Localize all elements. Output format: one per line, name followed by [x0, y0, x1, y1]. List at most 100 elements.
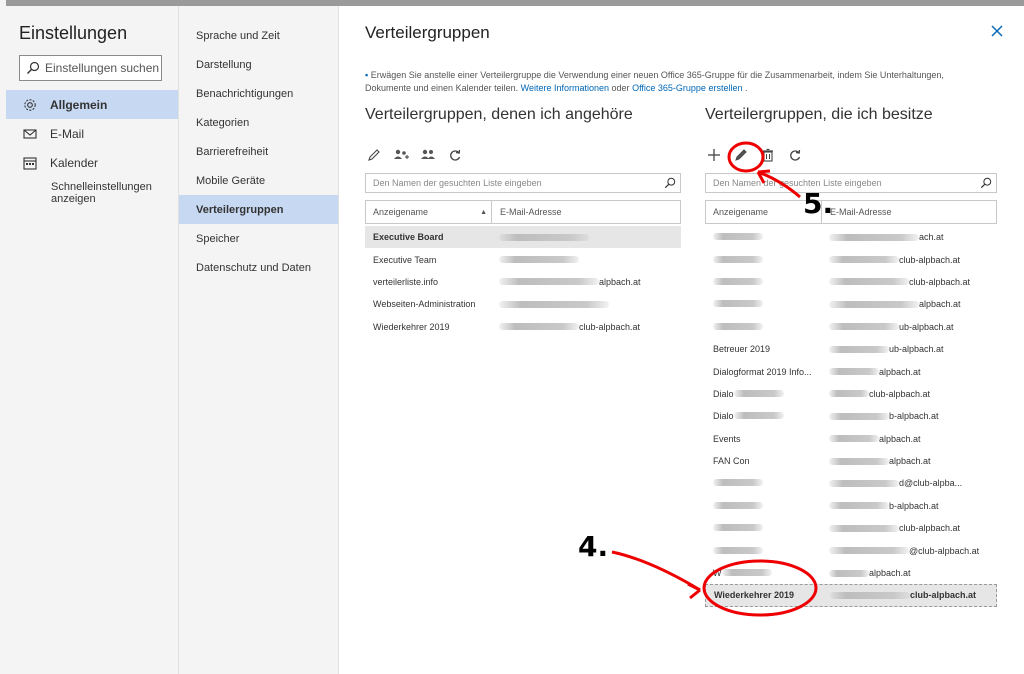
table-row[interactable]: Wiederkehrer 2019 club-alpbach.at: [365, 316, 681, 338]
row-email: ub-alpbach.at: [821, 344, 944, 354]
row-display-name: Wiederkehrer 2019: [373, 321, 450, 332]
subnav-item-mobile[interactable]: Mobile Geräte: [179, 166, 338, 195]
table-row[interactable]: alpbach.at: [705, 293, 997, 315]
quick-settings-link[interactable]: Schnelleinstellungen anzeigen: [6, 181, 178, 205]
redacted-text: [713, 501, 763, 509]
subnav-item-barrierefreiheit[interactable]: Barrierefreiheit: [179, 137, 338, 166]
table-row[interactable]: Executive Team: [365, 248, 681, 270]
row-display-name: verteilerliste.info: [373, 276, 439, 287]
table-row[interactable]: verteilerliste.info alpbach.at: [365, 271, 681, 293]
row-email: club-alpbach.at: [491, 322, 640, 332]
row-email: alpbach.at: [491, 277, 641, 287]
nav-item-label: E-Mail: [50, 126, 85, 141]
subnav-item-speicher[interactable]: Speicher: [179, 224, 338, 253]
redacted-text: [733, 389, 784, 397]
search-icon[interactable]: [980, 177, 992, 189]
row-display-name: [705, 546, 821, 556]
redacted-text: [713, 546, 763, 554]
table-row[interactable]: Betreuer 2019 ub-alpbach.at: [705, 338, 997, 360]
join-group-icon[interactable]: [392, 146, 410, 164]
annotation-step-5: 5.: [803, 187, 834, 220]
redacted-text: [721, 569, 772, 577]
delete-icon[interactable]: [759, 146, 777, 164]
owner-of-search-input[interactable]: Den Namen der gesuchten Liste eingeben: [705, 173, 997, 193]
redacted-text: [829, 300, 919, 308]
table-row[interactable]: ach.at: [705, 226, 997, 248]
row-display-name: Dialogformat 2019 Info...: [713, 366, 812, 377]
redacted-text: [713, 479, 763, 487]
row-email-text: club-alpbach.at: [909, 276, 971, 287]
edit-icon[interactable]: [365, 146, 383, 164]
row-email: ach.at: [821, 232, 944, 242]
nav-item-allgemein[interactable]: Allgemein: [6, 90, 178, 119]
row-email-text: club-alpbach.at: [579, 321, 641, 332]
table-row[interactable]: Walpbach.at: [705, 562, 997, 584]
search-icon[interactable]: [664, 177, 676, 189]
table-row[interactable]: Dialo club-alpbach.at: [705, 383, 997, 405]
subnav-item-kategorien[interactable]: Kategorien: [179, 108, 338, 137]
redacted-text: [829, 524, 899, 532]
row-email: alpbach.at: [821, 568, 911, 578]
row-email-text: alpbach.at: [869, 568, 911, 579]
redacted-text: [829, 547, 909, 555]
redacted-text: [499, 278, 599, 286]
table-row[interactable]: Wiederkehrer 2019 club-alpbach.at: [705, 584, 997, 607]
row-email: ub-alpbach.at: [821, 322, 954, 332]
column-header-email[interactable]: E-Mail-Adresse: [492, 207, 562, 217]
refresh-icon[interactable]: [446, 146, 464, 164]
redacted-text: [829, 457, 889, 465]
nav-item-email[interactable]: E-Mail: [6, 119, 178, 148]
table-row[interactable]: Executive Board: [365, 226, 681, 249]
column-header-name[interactable]: Anzeigename ▲: [366, 201, 492, 223]
row-email-text: @club-alpbach.at: [909, 545, 980, 556]
settings-search-input[interactable]: Einstellungen suchen: [19, 55, 162, 81]
table-row[interactable]: d@club-alpba...: [705, 472, 997, 494]
subnav-item-datenschutz[interactable]: Datenschutz und Daten: [179, 253, 338, 282]
redacted-text: [733, 412, 784, 420]
owner-of-title: Verteilergruppen, die ich besitze: [705, 106, 933, 123]
table-row[interactable]: Dialo b-alpbach.at: [705, 405, 997, 427]
nav-item-kalender[interactable]: Kalender: [6, 148, 178, 177]
row-email: club-alpbach.at: [821, 523, 960, 533]
table-row[interactable]: club-alpbach.at: [705, 248, 997, 270]
table-row[interactable]: b-alpbach.at: [705, 495, 997, 517]
create-group-link[interactable]: Office 365-Gruppe erstellen: [632, 83, 742, 93]
main-content: Verteilergruppen ▪ Erwägen Sie anstelle …: [339, 6, 1024, 674]
row-email: alpbach.at: [821, 367, 921, 377]
table-row[interactable]: club-alpbach.at: [705, 517, 997, 539]
table-row[interactable]: Dialogformat 2019 Info... alpbach.at: [705, 360, 997, 382]
row-email-text: club-alpbach.at: [899, 523, 961, 534]
nav-item-label: Allgemein: [50, 97, 108, 112]
subnav-item-verteilergruppen[interactable]: Verteilergruppen: [179, 195, 338, 224]
owner-of-list: ach.at club-alpbach.at club-alpbach.at alpb…: [705, 226, 997, 607]
add-icon[interactable]: [705, 146, 723, 164]
edit-icon[interactable]: [732, 146, 750, 164]
row-email-text: alpbach.at: [919, 299, 961, 310]
subnav-item-benachrichtigungen[interactable]: Benachrichtigungen: [179, 79, 338, 108]
member-of-search-input[interactable]: Den Namen der gesuchten Liste eingeben: [365, 173, 681, 193]
more-info-link[interactable]: Weitere Informationen: [521, 83, 609, 93]
table-row[interactable]: Events alpbach.at: [705, 428, 997, 450]
leave-group-icon[interactable]: [419, 146, 437, 164]
row-email: club-alpbach.at: [821, 389, 930, 399]
row-display-name: Betreuer 2019: [713, 344, 771, 355]
refresh-icon[interactable]: [786, 146, 804, 164]
row-email-text: ub-alpbach.at: [889, 344, 944, 355]
table-row[interactable]: FAN Con alpbach.at: [705, 450, 997, 472]
redacted-text: [830, 591, 910, 599]
row-display-name: Executive Board: [373, 232, 444, 243]
table-row[interactable]: ub-alpbach.at: [705, 316, 997, 338]
member-of-section: Verteilergruppen, denen ich angehöre Den…: [365, 106, 681, 338]
row-display-name: Dialo: [705, 389, 821, 399]
table-row[interactable]: @club-alpbach.at: [705, 539, 997, 561]
info-end: .: [744, 83, 748, 93]
row-display-name: [705, 501, 821, 511]
redacted-text: [499, 323, 579, 331]
redacted-text: [829, 233, 919, 241]
close-icon[interactable]: [990, 24, 1004, 38]
row-display-name: FAN Con: [713, 456, 750, 467]
subnav-item-sprache[interactable]: Sprache und Zeit: [179, 21, 338, 50]
table-row[interactable]: club-alpbach.at: [705, 271, 997, 293]
subnav-item-darstellung[interactable]: Darstellung: [179, 50, 338, 79]
table-row[interactable]: Webseiten-Administration: [365, 293, 681, 315]
